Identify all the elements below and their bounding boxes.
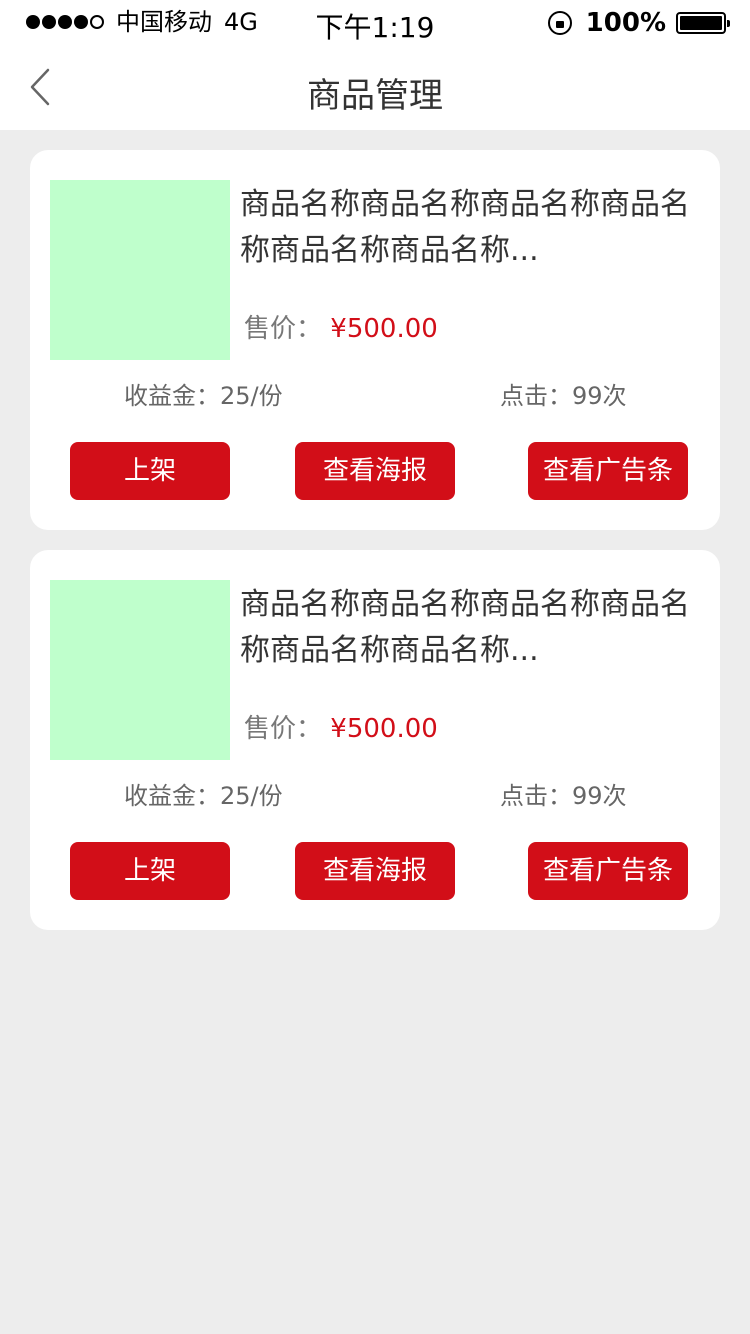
- rotation-lock-icon: [547, 11, 572, 35]
- product-name[interactable]: 商品名称商品名称商品名称商品名称商品名称商品名称...: [240, 582, 700, 674]
- earnings-text: 收益金：25/份: [124, 782, 283, 810]
- status-bar: 中国移动 4G 下午1:19 100%: [0, 0, 750, 44]
- battery-icon: [676, 12, 730, 34]
- price-row: 售价： ¥500.00: [244, 708, 438, 745]
- view-poster-button[interactable]: 查看海报: [295, 842, 455, 900]
- page-title: 商品管理: [307, 76, 443, 116]
- navigation-bar: 商品管理: [0, 44, 750, 130]
- product-list: 商品名称商品名称商品名称商品名称商品名称商品名称... 售价： ¥500.00 …: [30, 150, 720, 950]
- clicks-text: 点击：99次: [500, 382, 627, 410]
- view-banner-button[interactable]: 查看广告条: [528, 842, 688, 900]
- product-card: 商品名称商品名称商品名称商品名称商品名称商品名称... 售价： ¥500.00 …: [30, 550, 720, 930]
- price-label: 售价：: [244, 714, 323, 744]
- price-value: ¥500.00: [330, 314, 438, 344]
- product-name[interactable]: 商品名称商品名称商品名称商品名称商品名称商品名称...: [240, 182, 700, 274]
- view-poster-button[interactable]: 查看海报: [295, 442, 455, 500]
- product-thumbnail[interactable]: [50, 580, 230, 760]
- product-card: 商品名称商品名称商品名称商品名称商品名称商品名称... 售价： ¥500.00 …: [30, 150, 720, 530]
- clicks-text: 点击：99次: [500, 782, 627, 810]
- status-right: 100%: [547, 8, 730, 38]
- shelf-button[interactable]: 上架: [70, 442, 230, 500]
- price-row: 售价： ¥500.00: [244, 308, 438, 345]
- battery-percentage: 100%: [585, 8, 666, 38]
- price-label: 售价：: [244, 314, 323, 344]
- earnings-text: 收益金：25/份: [124, 382, 283, 410]
- view-banner-button[interactable]: 查看广告条: [528, 442, 688, 500]
- price-value: ¥500.00: [330, 714, 438, 744]
- product-thumbnail[interactable]: [50, 180, 230, 360]
- shelf-button[interactable]: 上架: [70, 842, 230, 900]
